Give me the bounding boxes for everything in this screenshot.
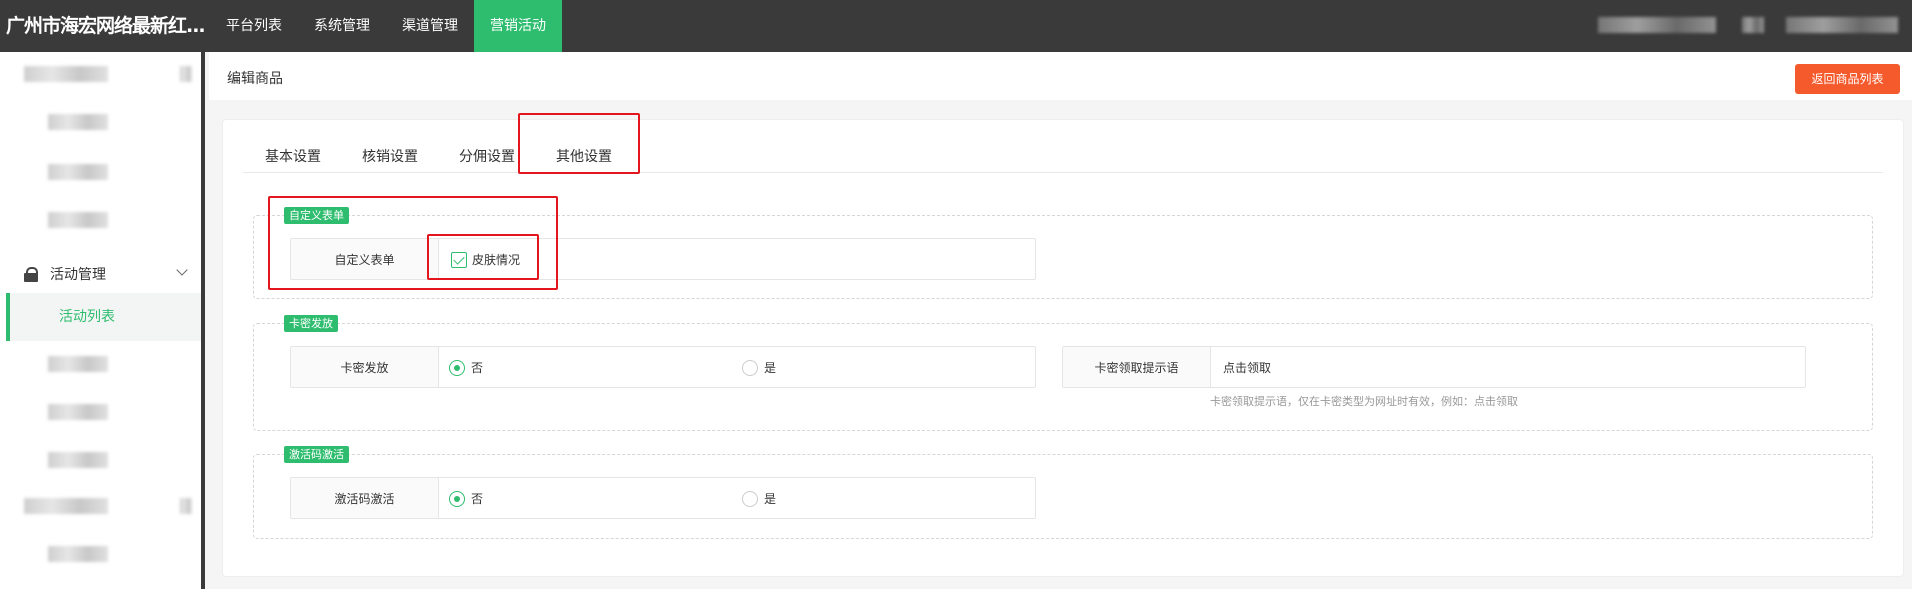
redacted-menu-item[interactable] xyxy=(24,498,108,514)
redacted-user-info xyxy=(1598,17,1716,33)
custom-form-row: 自定义表单 皮肤情况 xyxy=(290,238,1036,280)
edit-form-card: 基本设置 核销设置 分佣设置 其他设置 自定义表单 自定义表单 皮肤情况 卡密发… xyxy=(222,119,1904,577)
activation-section: 激活码激活 激活码激活 否 是 xyxy=(253,446,1873,539)
section-legend-custom-form: 自定义表单 xyxy=(284,207,349,224)
custom-form-options: 皮肤情况 xyxy=(439,239,1035,279)
chevron-down-icon xyxy=(176,264,188,276)
activation-label: 激活码激活 xyxy=(291,478,439,518)
redacted-menu-item[interactable] xyxy=(48,164,108,180)
radio-selected-icon xyxy=(449,359,465,376)
card-issue-radio-yes[interactable]: 是 xyxy=(742,359,776,376)
top-nav: 平台列表 系统管理 渠道管理 营销活动 xyxy=(210,0,562,52)
sidebar-item-activity-list[interactable]: 活动列表 xyxy=(6,293,201,341)
brand-title: 广州市海宏网络最新红... xyxy=(6,15,205,37)
redacted-menu-item[interactable] xyxy=(48,212,108,228)
activation-radio-yes[interactable]: 是 xyxy=(742,490,776,507)
card-tip-row: 卡密领取提示语 xyxy=(1062,346,1806,388)
activation-row: 激活码激活 否 是 xyxy=(290,477,1036,519)
lock-icon xyxy=(24,267,38,282)
page-title: 编辑商品 xyxy=(227,71,283,87)
radio-no-label: 否 xyxy=(471,361,484,375)
card-issue-row: 卡密发放 否 是 xyxy=(290,346,1036,388)
page-header: 编辑商品 返回商品列表 xyxy=(209,52,1912,100)
radio-yes-label: 是 xyxy=(764,361,777,375)
tab-divider xyxy=(243,172,1883,173)
custom-form-label: 自定义表单 xyxy=(291,239,439,279)
section-legend-card-issue: 卡密发放 xyxy=(284,315,338,332)
nav-item-marketing[interactable]: 营销活动 xyxy=(474,0,562,52)
radio-unselected-icon xyxy=(742,490,758,507)
redacted-menu-icon xyxy=(180,66,192,82)
settings-tabs: 基本设置 核销设置 分佣设置 其他设置 xyxy=(243,132,631,172)
radio-no-label: 否 xyxy=(471,492,484,506)
activation-radio-no[interactable]: 否 xyxy=(449,490,483,507)
card-tip-label: 卡密领取提示语 xyxy=(1063,347,1211,387)
radio-yes-label: 是 xyxy=(764,492,777,506)
section-legend-activation: 激活码激活 xyxy=(284,446,349,463)
nav-item-system-management[interactable]: 系统管理 xyxy=(298,0,386,52)
card-tip-field xyxy=(1211,347,1805,387)
nav-item-platform-list[interactable]: 平台列表 xyxy=(210,0,298,52)
redacted-menu-item[interactable] xyxy=(48,404,108,420)
sidebar-group-label: 活动管理 xyxy=(50,267,106,283)
redacted-menu-icon xyxy=(180,498,192,514)
back-to-product-list-button[interactable]: 返回商品列表 xyxy=(1795,64,1900,94)
card-issue-radio-no[interactable]: 否 xyxy=(449,359,483,376)
card-tip-hint: 卡密领取提示语，仅在卡密类型为网址时有效，例如：点击领取 xyxy=(1210,395,1518,408)
card-issue-options: 否 是 xyxy=(439,347,1035,387)
sidebar-group-activity-management[interactable]: 活动管理 xyxy=(24,260,196,288)
nav-item-channel-management[interactable]: 渠道管理 xyxy=(386,0,474,52)
custom-form-section: 自定义表单 自定义表单 皮肤情况 xyxy=(253,207,1873,299)
redacted-menu-item[interactable] xyxy=(24,66,108,82)
radio-selected-icon xyxy=(449,490,465,507)
skin-condition-checkbox[interactable]: 皮肤情况 xyxy=(451,251,520,268)
redacted-menu-item[interactable] xyxy=(48,452,108,468)
checkbox-checked-icon xyxy=(451,251,467,268)
redacted-icon xyxy=(1742,17,1764,33)
redacted-menu-item[interactable] xyxy=(48,356,108,372)
redacted-menu-item[interactable] xyxy=(48,546,108,562)
skin-condition-label: 皮肤情况 xyxy=(472,253,521,267)
redacted-menu-item[interactable] xyxy=(48,114,108,130)
sidebar: 活动管理 活动列表 xyxy=(0,52,205,589)
card-issue-label: 卡密发放 xyxy=(291,347,439,387)
card-issue-section: 卡密发放 卡密发放 否 是 卡密领取提示语 卡密领取提示语，仅在卡密类型为网址时… xyxy=(253,315,1873,431)
card-tip-input[interactable] xyxy=(1211,347,1805,387)
top-bar: 广州市海宏网络最新红... 平台列表 系统管理 渠道管理 营销活动 xyxy=(0,0,1912,52)
activation-options: 否 是 xyxy=(439,478,1035,518)
radio-unselected-icon xyxy=(742,359,758,376)
redacted-account[interactable] xyxy=(1786,17,1898,33)
